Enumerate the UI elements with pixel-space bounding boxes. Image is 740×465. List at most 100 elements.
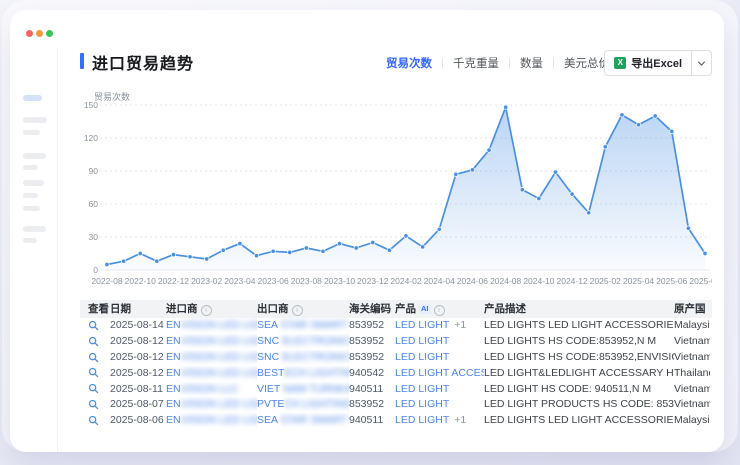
- info-icon[interactable]: i: [434, 305, 445, 316]
- data-point[interactable]: [371, 240, 375, 244]
- exporter-link[interactable]: VIET NAM TURNKASE: [257, 382, 349, 398]
- sidebar-item[interactable]: [23, 130, 40, 135]
- table-row: 2025-08-11ENVISION LLCVIET NAM TURNKASE9…: [80, 382, 712, 398]
- data-point[interactable]: [337, 241, 341, 245]
- close-window-icon[interactable]: [26, 30, 33, 37]
- data-point[interactable]: [454, 172, 458, 176]
- exporter-link[interactable]: SNC ELECTRONICS VIET...: [257, 334, 349, 350]
- sidebar-item[interactable]: [23, 226, 46, 232]
- sidebar-item[interactable]: [23, 206, 40, 211]
- product-link[interactable]: LED LIGHT+1: [395, 318, 484, 334]
- product-link[interactable]: LED LIGHT: [395, 382, 484, 398]
- data-point[interactable]: [653, 114, 657, 118]
- data-point[interactable]: [520, 188, 524, 192]
- view-detail-button[interactable]: [80, 382, 110, 398]
- more-products-badge[interactable]: +1: [454, 319, 466, 331]
- data-point[interactable]: [155, 259, 159, 263]
- sidebar-item-active[interactable]: [23, 95, 42, 101]
- x-tick-label: 2024-04: [424, 276, 455, 286]
- data-point[interactable]: [321, 249, 325, 253]
- data-point[interactable]: [105, 262, 109, 266]
- data-point[interactable]: [288, 250, 292, 254]
- redacted-text: ELECTRONICS: [279, 351, 349, 363]
- redacted-text: STAR SMART TE: [277, 319, 349, 331]
- exporter-link[interactable]: SNC ELECTRONICS VIET...: [257, 350, 349, 366]
- data-point[interactable]: [636, 123, 640, 127]
- data-point[interactable]: [204, 257, 208, 261]
- data-point[interactable]: [703, 251, 707, 255]
- data-point[interactable]: [254, 254, 258, 258]
- product-link[interactable]: LED LIGHT: [395, 334, 484, 350]
- data-point[interactable]: [271, 249, 275, 253]
- data-point[interactable]: [138, 251, 142, 255]
- view-detail-button[interactable]: [80, 318, 110, 334]
- data-point[interactable]: [537, 196, 541, 200]
- data-point[interactable]: [587, 211, 591, 215]
- data-point[interactable]: [437, 227, 441, 231]
- export-dropdown-button[interactable]: [691, 51, 711, 75]
- data-point[interactable]: [553, 170, 557, 174]
- importer-link[interactable]: ENVISION LLC: [166, 382, 257, 398]
- exporter-link[interactable]: BESTECH LIGHTING THA...: [257, 366, 349, 382]
- data-point[interactable]: [420, 245, 424, 249]
- data-point[interactable]: [354, 246, 358, 250]
- data-point[interactable]: [620, 113, 624, 117]
- product-link[interactable]: LED LIGHT: [395, 397, 484, 413]
- data-point[interactable]: [487, 148, 491, 152]
- view-detail-button[interactable]: [80, 366, 110, 382]
- data-point[interactable]: [188, 255, 192, 259]
- sidebar-item[interactable]: [23, 117, 47, 123]
- view-detail-button[interactable]: [80, 334, 110, 350]
- export-excel-button[interactable]: X 导出Excel: [605, 51, 691, 75]
- trend-area-chart[interactable]: 03060901201502022-082022-102022-122023-0…: [80, 98, 712, 290]
- tab-4[interactable]: 美元总价: [564, 55, 610, 71]
- importer-link[interactable]: ENVISION LED LIGHTING I...: [166, 334, 257, 350]
- sidebar-item[interactable]: [23, 238, 37, 243]
- x-tick-label: 2024-08: [490, 276, 521, 286]
- importer-link[interactable]: ENVISION LED LIGHTING I...: [166, 350, 257, 366]
- data-point[interactable]: [570, 192, 574, 196]
- data-point[interactable]: [304, 246, 308, 250]
- product-link[interactable]: LED LIGHT ACCESSORY: [395, 366, 484, 382]
- magnifier-icon: [88, 383, 99, 394]
- importer-link[interactable]: ENVISION LED LIGHTING I...: [166, 318, 257, 334]
- data-point[interactable]: [503, 105, 507, 109]
- data-point[interactable]: [404, 234, 408, 238]
- data-point[interactable]: [670, 129, 674, 133]
- view-detail-button[interactable]: [80, 350, 110, 366]
- data-point[interactable]: [221, 248, 225, 252]
- x-tick-label: 2023-10: [324, 276, 355, 286]
- importer-link[interactable]: ENVISION LED LIGHTING I...: [166, 366, 257, 382]
- data-point[interactable]: [603, 145, 607, 149]
- data-point[interactable]: [171, 252, 175, 256]
- product-link[interactable]: LED LIGHT: [395, 350, 484, 366]
- sidebar-item[interactable]: [23, 165, 38, 170]
- info-icon[interactable]: i: [201, 305, 212, 316]
- tab-3[interactable]: 数量: [520, 55, 543, 71]
- view-detail-button[interactable]: [80, 397, 110, 413]
- tab-1[interactable]: 贸易次数: [386, 55, 432, 71]
- info-icon[interactable]: i: [292, 305, 303, 316]
- product-link[interactable]: LED LIGHT+1: [395, 413, 484, 429]
- tab-2[interactable]: 千克重量: [453, 55, 499, 71]
- x-tick-label: 2024-06: [457, 276, 488, 286]
- redacted-text: VISION LED LIGHTI: [181, 398, 257, 410]
- more-products-badge[interactable]: +1: [454, 414, 466, 426]
- view-detail-button[interactable]: [80, 413, 110, 429]
- data-point[interactable]: [470, 168, 474, 172]
- sidebar-item[interactable]: [23, 180, 44, 186]
- importer-link[interactable]: ENVISION LED LIGHTING I...: [166, 413, 257, 429]
- maximize-window-icon[interactable]: [46, 30, 53, 37]
- data-point[interactable]: [387, 248, 391, 252]
- minimize-window-icon[interactable]: [36, 30, 43, 37]
- exporter-link[interactable]: SEA STAR SMART TECH ...: [257, 318, 349, 334]
- importer-link[interactable]: ENVISION LED LIGHTING I...: [166, 397, 257, 413]
- export-split-button: X 导出Excel: [604, 50, 712, 76]
- data-point[interactable]: [238, 241, 242, 245]
- sidebar-item[interactable]: [23, 153, 46, 159]
- exporter-link[interactable]: SEA STAR SMART TECH ...: [257, 413, 349, 429]
- data-point[interactable]: [686, 226, 690, 230]
- data-point[interactable]: [121, 259, 125, 263]
- sidebar-item[interactable]: [23, 193, 38, 198]
- exporter-link[interactable]: PVTECH LIGHTING NEW VI...: [257, 397, 349, 413]
